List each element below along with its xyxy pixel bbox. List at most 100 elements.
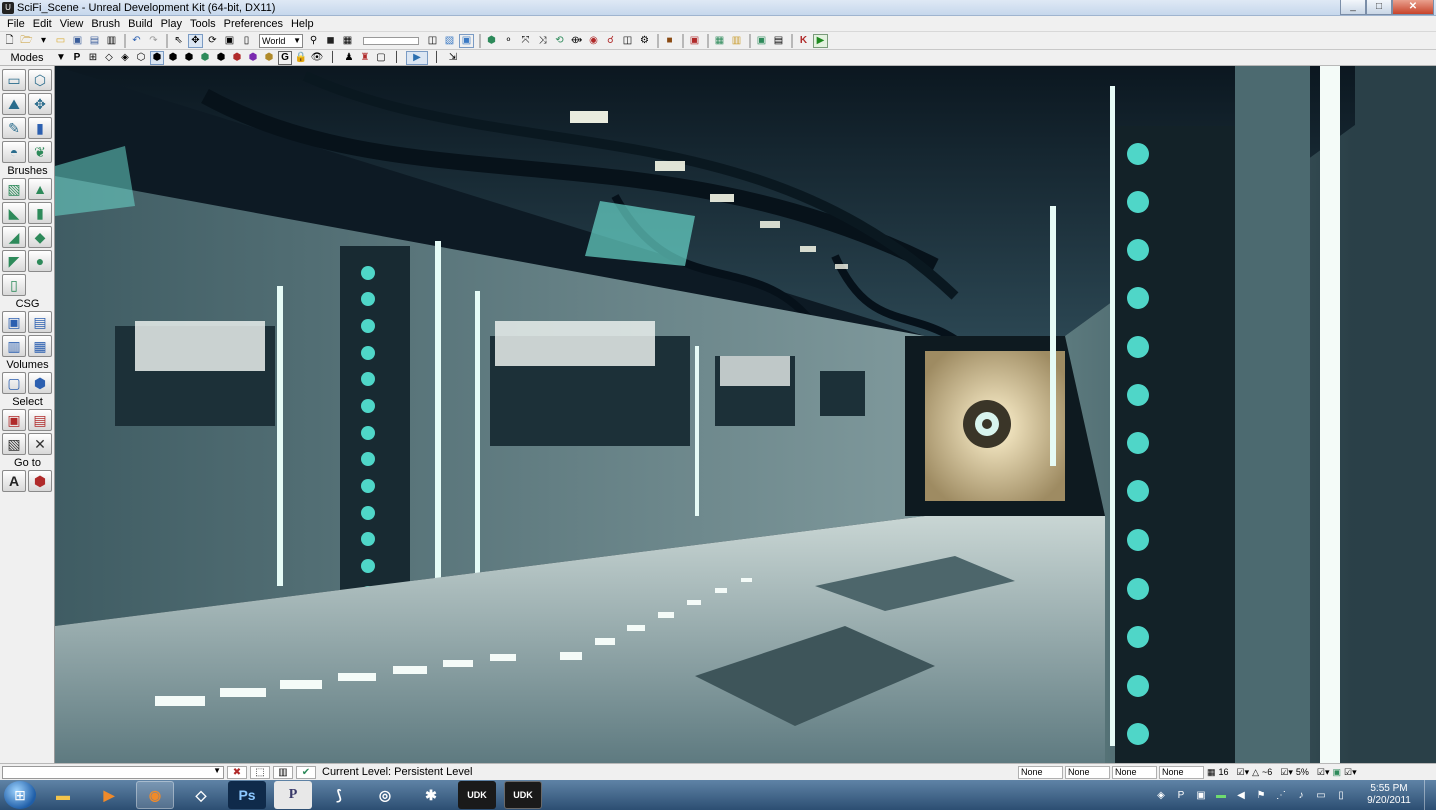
scale-icon[interactable]: ▣: [222, 34, 237, 48]
misc-check-icon[interactable]: ☑▾: [1344, 767, 1357, 778]
volumetric-brush-icon[interactable]: ▯: [2, 274, 26, 296]
play-in-editor-icon[interactable]: ▦: [712, 34, 727, 48]
csg-intersect-icon[interactable]: ▥: [2, 335, 26, 357]
menu-help[interactable]: Help: [287, 18, 318, 30]
build-lighting-icon[interactable]: ⚬: [501, 34, 516, 48]
scale-value[interactable]: 5%: [1296, 767, 1309, 777]
scale-check-icon[interactable]: ☑▾: [1317, 767, 1330, 778]
cylinder-brush-icon[interactable]: ▮: [28, 202, 52, 224]
texture-align-icon[interactable]: ✥: [28, 93, 52, 115]
texture-density-icon[interactable]: ⬢: [214, 51, 228, 65]
add-volume-icon[interactable]: ▢: [2, 372, 26, 394]
lighting-icon[interactable]: ◉: [586, 34, 601, 48]
show-desktop-button[interactable]: [1424, 780, 1436, 810]
close-button[interactable]: ✕: [1392, 0, 1434, 15]
udk-taskbar-icon-2[interactable]: UDK: [504, 781, 542, 809]
csg-add-icon[interactable]: ▣: [2, 311, 26, 333]
shader-complexity-icon[interactable]: ⬢: [230, 51, 244, 65]
goto-builder-brush-icon[interactable]: ⬢: [28, 470, 52, 492]
matinee-icon[interactable]: ▦: [340, 34, 355, 48]
level-grid-icon[interactable]: ▥: [273, 765, 293, 779]
scale-nonuniform-icon[interactable]: ▯: [239, 34, 254, 48]
tray-volume-icon[interactable]: ◀: [1234, 788, 1248, 802]
foliage-mode-icon[interactable]: ▮: [28, 117, 52, 139]
open-folder-icon[interactable]: ▭: [53, 34, 68, 48]
linear-stair-brush-icon[interactable]: ◢: [2, 226, 26, 248]
brush-wireframe-icon[interactable]: ◈: [118, 51, 132, 65]
kismet-icon[interactable]: ◼: [323, 34, 338, 48]
maya-taskbar-icon[interactable]: ⟆: [320, 781, 358, 809]
coordinate-space-select[interactable]: World ▼: [259, 33, 303, 48]
light-complexity-icon[interactable]: ⬢: [198, 51, 212, 65]
game-view-g-button[interactable]: G: [278, 50, 292, 65]
lit-icon[interactable]: ⬢: [150, 50, 164, 65]
frame-icon[interactable]: ▢: [374, 51, 388, 65]
tray-network-icon[interactable]: ◈: [1154, 788, 1168, 802]
menu-tools[interactable]: Tools: [186, 18, 220, 30]
build-geometry-icon[interactable]: ⬢: [484, 34, 499, 48]
landscape-mode-icon[interactable]: ◓: [2, 141, 26, 163]
tray-app-icon[interactable]: ▣: [1194, 788, 1208, 802]
rotate-icon[interactable]: ⟳: [205, 34, 220, 48]
detail-lighting-icon[interactable]: ⬢: [166, 51, 180, 65]
mobile-preview-icon[interactable]: ▣: [754, 34, 769, 48]
rotation-value[interactable]: ~6: [1262, 767, 1272, 777]
curved-stair-brush-icon[interactable]: ◣: [2, 202, 26, 224]
hide-selected-icon[interactable]: ✕: [28, 433, 52, 455]
pin-icon[interactable]: ⇲: [446, 51, 460, 65]
wireframe-icon[interactable]: ◇: [102, 51, 116, 65]
maximize-button[interactable]: □: [1366, 0, 1392, 15]
cube-brush-icon[interactable]: ▧: [2, 178, 26, 200]
play-viewport-icon[interactable]: ▶: [406, 50, 428, 65]
menu-view[interactable]: View: [56, 18, 88, 30]
goto-actor-icon[interactable]: A: [2, 470, 26, 492]
select-red-icon[interactable]: ▤: [28, 409, 52, 431]
build-paths-icon[interactable]: ⤧: [518, 34, 533, 48]
cook-icon[interactable]: ■: [662, 34, 677, 48]
explorer-taskbar-icon[interactable]: ▬: [44, 781, 82, 809]
blender-taskbar-icon[interactable]: ◎: [366, 781, 404, 809]
build-all-icon[interactable]: ⟲: [552, 34, 567, 48]
build-cover-icon[interactable]: ⤨: [535, 34, 550, 48]
redo-icon[interactable]: ↷: [146, 34, 161, 48]
start-button-icon[interactable]: ⊞: [4, 781, 36, 809]
tray-flag-icon[interactable]: ⚑: [1254, 788, 1268, 802]
save-all-icon[interactable]: ▤: [87, 34, 102, 48]
select-cursor-icon[interactable]: ⇖: [171, 34, 186, 48]
slider-end-icon[interactable]: ◫: [425, 34, 440, 48]
build-misc-icon[interactable]: ⟴: [569, 34, 584, 48]
settings-icon[interactable]: ⚙: [637, 34, 652, 48]
rotation-check-icon[interactable]: ☑▾: [1280, 767, 1293, 778]
perforce-taskbar-icon[interactable]: P: [274, 781, 312, 809]
zbrush-taskbar-icon[interactable]: ✱: [412, 781, 450, 809]
udk-taskbar-icon-1[interactable]: UDK: [458, 781, 496, 809]
menu-edit[interactable]: Edit: [29, 18, 56, 30]
tray-battery-icon[interactable]: ▬: [1214, 788, 1228, 802]
firefox-taskbar-icon[interactable]: ◉: [136, 781, 174, 809]
lightmap-density-icon[interactable]: ⬢: [246, 51, 260, 65]
status-field-1[interactable]: None: [1018, 765, 1063, 779]
csg-deintersect-icon[interactable]: ▦: [28, 335, 52, 357]
lighting-quality-icon[interactable]: ☌: [603, 34, 618, 48]
perspective-viewport[interactable]: [55, 66, 1436, 763]
level-icon[interactable]: ⬚: [250, 765, 270, 779]
sphere-brush-icon[interactable]: ●: [28, 250, 52, 272]
photoshop-taskbar-icon[interactable]: Ps: [228, 781, 266, 809]
perspective-p-button[interactable]: P: [70, 51, 84, 65]
foliage-tree-icon[interactable]: ❦: [28, 141, 52, 163]
menu-file[interactable]: File: [3, 18, 29, 30]
status-field-3[interactable]: None: [1112, 765, 1157, 779]
geometry-mode-icon[interactable]: ⬡: [28, 69, 52, 91]
lighting-vis-icon[interactable]: ⬢: [262, 51, 276, 65]
command-input[interactable]: ▼: [2, 765, 224, 779]
menu-preferences[interactable]: Preferences: [220, 18, 287, 30]
menu-play[interactable]: Play: [157, 18, 186, 30]
swarm-icon[interactable]: ◫: [620, 34, 635, 48]
play-in-viewport-icon[interactable]: ▥: [729, 34, 744, 48]
lock-icon[interactable]: ⊞: [86, 51, 100, 65]
menu-brush[interactable]: Brush: [87, 18, 124, 30]
grid-value[interactable]: 16: [1219, 767, 1229, 777]
tray-power-icon[interactable]: ▯: [1334, 788, 1348, 802]
tray-speaker-icon[interactable]: ♪: [1294, 788, 1308, 802]
mesh-paint-icon[interactable]: ✎: [2, 117, 26, 139]
